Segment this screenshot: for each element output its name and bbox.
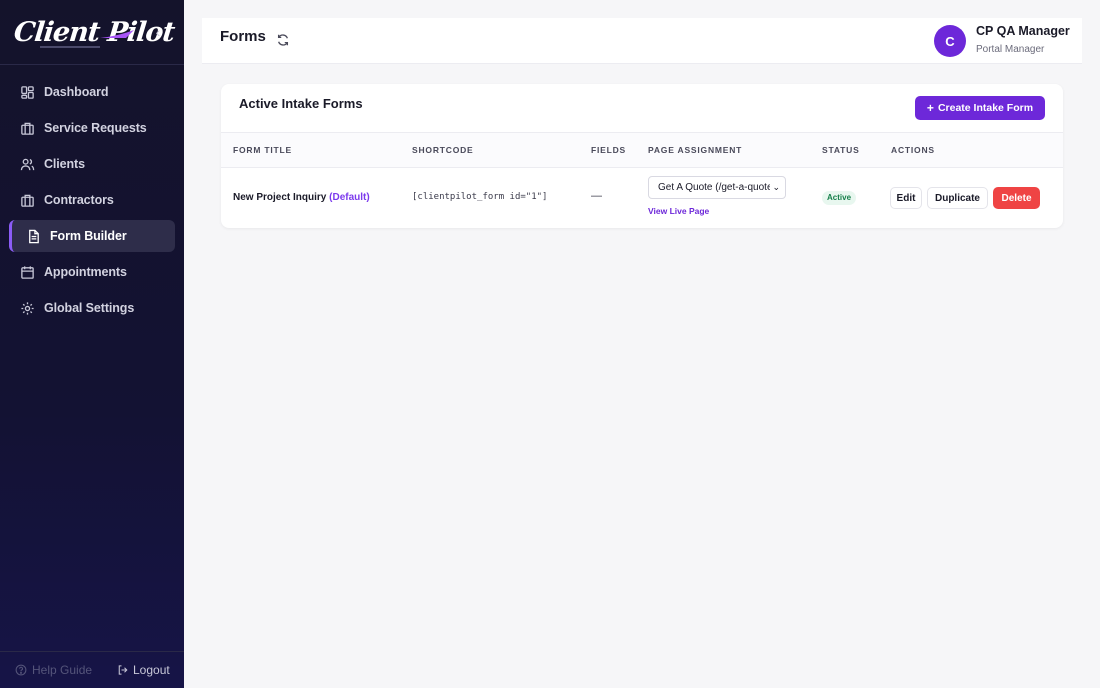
user-role: Portal Manager: [976, 44, 1045, 55]
shortcode-cell: [clientpilot_form id="1"]: [412, 192, 548, 202]
column-header-form-title: FORM TITLE: [233, 145, 292, 155]
status-badge: Active: [822, 191, 857, 205]
document-icon: [26, 229, 41, 244]
duplicate-button[interactable]: Duplicate: [927, 187, 988, 209]
column-header-fields: FIELDS: [591, 145, 627, 155]
sidebar-item-global-settings[interactable]: Global Settings: [9, 292, 175, 324]
sidebar-item-contractors[interactable]: Contractors: [9, 184, 175, 216]
collapse-sidebar-chevron-left-icon[interactable]: ‹: [150, 24, 166, 40]
sidebar: Client Pilot ‹ Dashboard Service Request…: [0, 0, 184, 688]
main-content: Forms C CP QA Manager Portal Manager Act…: [184, 0, 1100, 688]
default-tag: (Default): [329, 192, 370, 203]
sidebar-item-label: Appointments: [44, 265, 127, 279]
delete-button[interactable]: Delete: [993, 187, 1040, 209]
users-icon: [20, 157, 35, 172]
sidebar-item-dashboard[interactable]: Dashboard: [9, 76, 175, 108]
create-intake-form-button[interactable]: + Create Intake Form: [915, 96, 1045, 120]
briefcase-icon: [20, 121, 35, 136]
column-header-shortcode: SHORTCODE: [412, 145, 474, 155]
fields-cell: —: [591, 190, 602, 202]
top-header: Forms C CP QA Manager Portal Manager: [202, 18, 1082, 64]
intake-forms-card: Active Intake Forms + Create Intake Form…: [221, 84, 1063, 228]
chevron-down-icon: ⌄: [770, 177, 782, 198]
help-guide-label: Help Guide: [32, 663, 93, 677]
page-assignment-value: Get A Quote (/get-a-quote/): [658, 182, 779, 193]
sidebar-nav: Dashboard Service Requests Clients Contr…: [0, 65, 184, 324]
logout-label: Logout: [133, 663, 170, 677]
user-name: CP QA Manager: [976, 24, 1070, 38]
help-guide-link[interactable]: Help Guide: [15, 663, 92, 677]
page-assignment-select[interactable]: Get A Quote (/get-a-quote/) ⌄: [648, 176, 786, 199]
refresh-icon[interactable]: [276, 33, 290, 47]
dashboard-icon: [20, 85, 35, 100]
table-row: New Project Inquiry (Default) [clientpil…: [221, 168, 1063, 228]
logout-button[interactable]: Logout: [117, 663, 170, 677]
form-title-cell: New Project Inquiry (Default): [233, 192, 370, 203]
form-title: New Project Inquiry: [233, 192, 327, 203]
sidebar-footer: Help Guide Logout: [0, 651, 184, 688]
logo-tagline: [40, 46, 100, 48]
sidebar-item-label: Clients: [44, 157, 85, 171]
logo-area: Client Pilot ‹: [0, 0, 184, 65]
table-header: FORM TITLE SHORTCODE FIELDS PAGE ASSIGNM…: [221, 132, 1063, 168]
column-header-page-assignment: PAGE ASSIGNMENT: [648, 145, 743, 155]
sidebar-item-label: Dashboard: [44, 85, 109, 99]
sidebar-item-form-builder[interactable]: Form Builder: [9, 220, 175, 252]
view-live-page-link[interactable]: View Live Page: [648, 206, 709, 216]
column-header-status: STATUS: [822, 145, 860, 155]
create-intake-form-label: Create Intake Form: [937, 102, 1034, 114]
sidebar-item-clients[interactable]: Clients: [9, 148, 175, 180]
sidebar-item-appointments[interactable]: Appointments: [9, 256, 175, 288]
column-header-actions: ACTIONS: [891, 145, 935, 155]
sidebar-item-label: Form Builder: [50, 229, 127, 243]
logo-swoosh-icon: [100, 30, 134, 38]
gear-icon: [20, 301, 35, 316]
briefcase-icon: [20, 193, 35, 208]
edit-button[interactable]: Edit: [890, 187, 922, 209]
user-avatar[interactable]: C: [934, 25, 966, 57]
help-circle-icon: [15, 664, 27, 676]
card-title: Active Intake Forms: [239, 96, 363, 111]
sidebar-item-label: Service Requests: [44, 121, 147, 135]
page-title: Forms: [220, 28, 266, 45]
plus-icon: +: [926, 101, 934, 115]
sidebar-item-service-requests[interactable]: Service Requests: [9, 112, 175, 144]
sidebar-item-label: Global Settings: [44, 301, 135, 315]
sidebar-item-label: Contractors: [44, 193, 114, 207]
calendar-icon: [20, 265, 35, 280]
logout-icon: [118, 665, 128, 675]
